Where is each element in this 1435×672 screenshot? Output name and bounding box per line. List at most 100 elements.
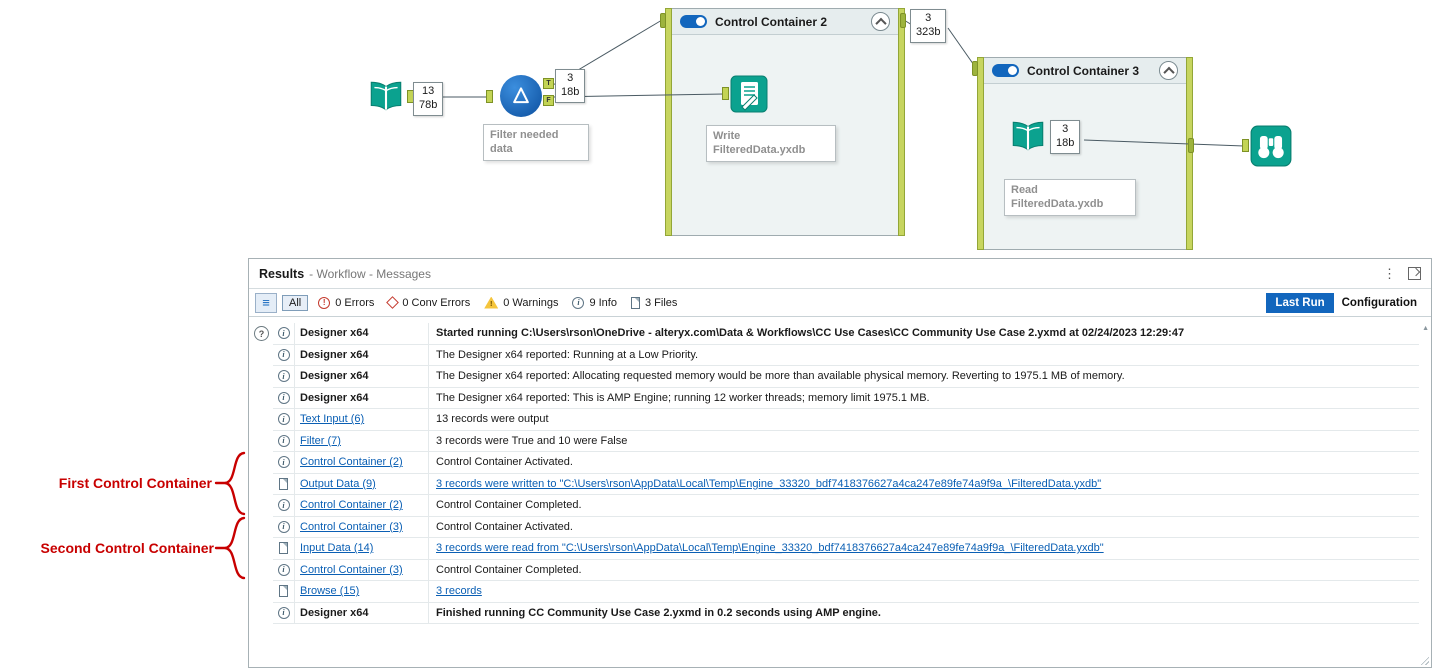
messages-view-button[interactable]: ≡ [255,292,277,313]
row-tool-name[interactable]: Output Data (9) [295,473,429,494]
row-message: The Designer x64 reported: Running at a … [436,348,699,361]
container-2-collapse-button[interactable] [871,12,890,31]
info-icon [277,499,290,512]
errors-label: 0 Errors [335,296,375,309]
write-document-icon [730,75,768,113]
warning-icon [484,296,499,309]
container-3-input-port[interactable] [972,61,978,76]
result-row: Filter (7) 3 records were True and 10 we… [273,430,1419,452]
record-count: 3 [567,72,574,84]
container-2-input-port[interactable] [660,13,666,28]
container-input-wall[interactable] [977,57,984,250]
info-icon [277,370,290,383]
files-label: 3 Files [644,296,678,309]
row-message: The Designer x64 reported: This is AMP E… [436,391,930,404]
row-tool-name[interactable]: Control Container (3) [295,559,429,580]
row-message[interactable]: 3 records were written to "C:\Users\rson… [429,474,1419,495]
result-row: Control Container (3) Control Container … [273,516,1419,538]
filter-annotation[interactable]: Filter needed data [483,124,589,161]
row-tool-name[interactable]: Control Container (2) [295,495,429,516]
warnings-label: 0 Warnings [503,296,559,309]
last-run-tab[interactable]: Last Run [1266,292,1334,313]
filter-info-button[interactable]: 9 Info [572,296,617,309]
result-row: Text Input (6) 13 records were output [273,409,1419,431]
container-3-title: Control Container 3 [1027,63,1140,78]
info-icon [277,413,290,426]
row-message: Control Container Completed. [436,499,582,512]
row-message[interactable]: 3 records were read from "C:\Users\rson\… [429,538,1419,559]
control-container-2[interactable]: Control Container 2 [665,8,905,236]
input-data-tool[interactable] [1008,116,1048,156]
text-input-record-badge: 13 78b [413,82,444,116]
row-message: Control Container Completed. [436,563,582,576]
container-2-header: Control Container 2 [672,9,898,35]
conversion-error-icon [386,296,400,309]
row-message: Started running C:\Users\rson\OneDrive -… [436,327,1185,340]
row-message[interactable]: 3 records [429,581,1419,602]
container-3-enable-toggle[interactable] [992,64,1019,77]
container-output-wall[interactable] [1186,57,1193,250]
filter-errors-button[interactable]: 0 Errors [318,296,375,309]
result-row: Designer x64 The Designer x64 reported: … [273,344,1419,366]
configuration-tab[interactable]: Configuration [1334,293,1425,313]
container-input-wall[interactable] [665,8,672,236]
results-body: ? Designer x64 Started running C:\Users\… [249,317,1431,669]
record-count: 13 [422,85,435,97]
filter-true-port[interactable]: T [543,78,554,89]
filter-input-anchor[interactable] [486,90,493,103]
text-input-tool[interactable] [366,76,406,116]
results-header: Results - Workflow - Messages ⋮ [249,259,1431,289]
help-icon[interactable]: ? [254,326,269,341]
input-data-annotation[interactable]: Read FilteredData.yxdb [1004,179,1136,216]
info-icon [277,456,290,469]
row-tool-name: Designer x64 [295,602,429,623]
browse-tool[interactable] [1250,125,1292,167]
row-tool-name: Designer x64 [295,366,429,387]
record-size: 78b [419,98,438,111]
filter-files-button[interactable]: 3 Files [630,296,678,309]
chevron-up-icon [874,17,887,29]
output-data-tool[interactable] [730,75,768,113]
conv-errors-label: 0 Conv Errors [402,296,471,309]
output-data-input-anchor[interactable] [722,87,729,100]
row-tool-name[interactable]: Control Container (2) [295,452,429,473]
book-icon [1012,121,1044,151]
row-tool-name[interactable]: Text Input (6) [295,409,429,430]
container-2-output-port[interactable] [900,13,906,28]
container-output-wall[interactable] [898,8,905,236]
info-icon [572,296,585,309]
row-message: 13 records were output [436,413,549,426]
record-count: 3 [1062,123,1069,135]
filter-warnings-button[interactable]: 0 Warnings [484,296,559,309]
results-panel: Results - Workflow - Messages ⋮ ≡ All 0 … [248,258,1432,668]
row-tool-name[interactable]: Control Container (3) [295,516,429,537]
row-message: Control Container Activated. [436,456,573,469]
result-row: Designer x64 The Designer x64 reported: … [273,366,1419,388]
filter-tool[interactable] [500,75,542,117]
info-label: 9 Info [589,296,617,309]
container-2-enable-toggle[interactable] [680,15,707,28]
input-data-record-badge: 3 18b [1050,120,1081,154]
info-icon [277,348,290,361]
filter-false-port[interactable]: F [543,95,554,106]
scrollbar-up-icon[interactable]: ▲ [1422,325,1429,332]
filter-conv-errors-button[interactable]: 0 Conv Errors [386,296,471,309]
more-options-icon[interactable]: ⋮ [1383,267,1396,280]
row-tool-name[interactable]: Filter (7) [295,430,429,451]
result-row: Designer x64 The Designer x64 reported: … [273,387,1419,409]
output-data-annotation[interactable]: Write FilteredData.yxdb [706,125,836,162]
container-2-output-badge: 3 323b [910,9,947,43]
filter-all-button[interactable]: All [282,294,309,311]
container-3-collapse-button[interactable] [1159,61,1178,80]
first-container-callout: First Control Container [58,475,212,491]
row-tool-name[interactable]: Browse (15) [295,581,429,602]
result-row: Control Container (2) Control Container … [273,452,1419,474]
container-3-output-port[interactable] [1188,138,1194,153]
filter-record-badge: 3 18b [555,69,586,103]
row-tool-name[interactable]: Input Data (14) [295,538,429,559]
browse-input-anchor[interactable] [1242,139,1249,152]
result-row: Designer x64 Finished running CC Communi… [273,602,1419,624]
row-tool-name: Designer x64 [295,387,429,408]
popout-window-icon[interactable] [1408,267,1421,280]
result-row: Control Container (2) Control Container … [273,495,1419,517]
